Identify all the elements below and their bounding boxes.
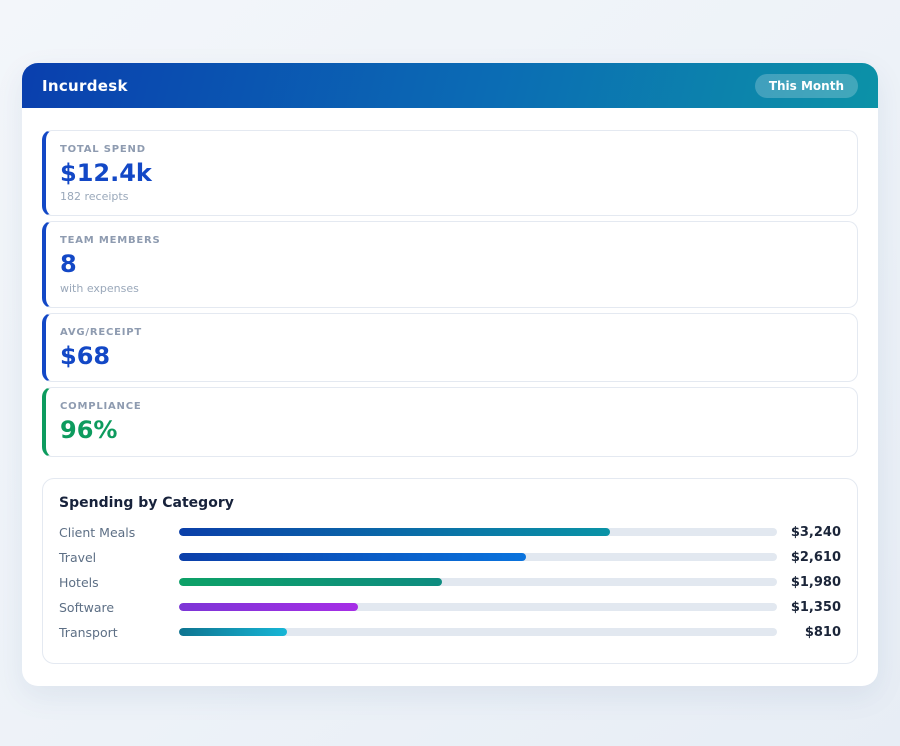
period-badge-button[interactable]: This Month [754, 73, 858, 98]
bar-track [179, 603, 777, 612]
bar-row-software: Software $1,350 [59, 595, 841, 620]
stat-card-team-members: TEAM MEMBERS 8 with expenses [42, 221, 858, 308]
bar-track [179, 578, 777, 587]
bar-value: $1,350 [790, 599, 841, 615]
bar-row-transport: Transport $810 [59, 620, 841, 645]
stat-value: $68 [60, 341, 111, 370]
spending-chart-card: Spending by Category Client Meals $3,240… [42, 477, 858, 664]
app-body: TOTAL SPEND $12.4k 182 receipts TEAM MEM… [22, 108, 878, 664]
bar-row-client-meals: Client Meals $3,240 [59, 520, 841, 545]
stat-card-avg-receipt: AVG/RECEIPT $68 [42, 312, 858, 383]
stat-subtext: with expenses [60, 281, 139, 295]
stat-label: AVG/RECEIPT [60, 326, 143, 338]
bar-fill [179, 528, 610, 537]
bar-value: $1,980 [790, 574, 841, 590]
stat-label: TOTAL SPEND [60, 144, 146, 155]
bar-label: Transport [59, 624, 118, 640]
bar-label: Software [59, 599, 115, 615]
stat-value: 96% [60, 416, 118, 445]
stat-subtext: 182 receipts [60, 190, 129, 204]
app-title: Incurdesk [42, 76, 128, 95]
bar-value: $810 [804, 624, 841, 640]
chart-title: Spending by Category [59, 494, 234, 511]
bar-track [179, 553, 777, 562]
bar-label: Travel [59, 549, 97, 565]
stat-label: COMPLIANCE [60, 401, 142, 413]
bar-fill [179, 628, 287, 637]
stat-value: 8 [60, 250, 77, 279]
bar-track [179, 528, 777, 537]
bar-value: $3,240 [790, 524, 841, 540]
bar-fill [179, 553, 526, 562]
bar-label: Hotels [59, 574, 99, 590]
bar-row-hotels: Hotels $1,980 [59, 570, 841, 595]
stat-card-total-spend: TOTAL SPEND $12.4k 182 receipts [42, 130, 858, 217]
bar-fill [179, 603, 359, 612]
dashboard-container: Incurdesk This Month TOTAL SPEND $12.4k … [22, 63, 878, 686]
app-header: Incurdesk This Month [22, 63, 878, 108]
stat-label: TEAM MEMBERS [60, 235, 161, 247]
bar-fill [179, 578, 443, 587]
bar-label: Client Meals [59, 524, 136, 540]
bar-track [179, 628, 777, 637]
stat-value: $12.4k [60, 159, 152, 187]
bar-row-travel: Travel $2,610 [59, 545, 841, 570]
bar-value: $2,610 [790, 549, 841, 565]
stat-card-compliance: COMPLIANCE 96% [42, 387, 858, 457]
